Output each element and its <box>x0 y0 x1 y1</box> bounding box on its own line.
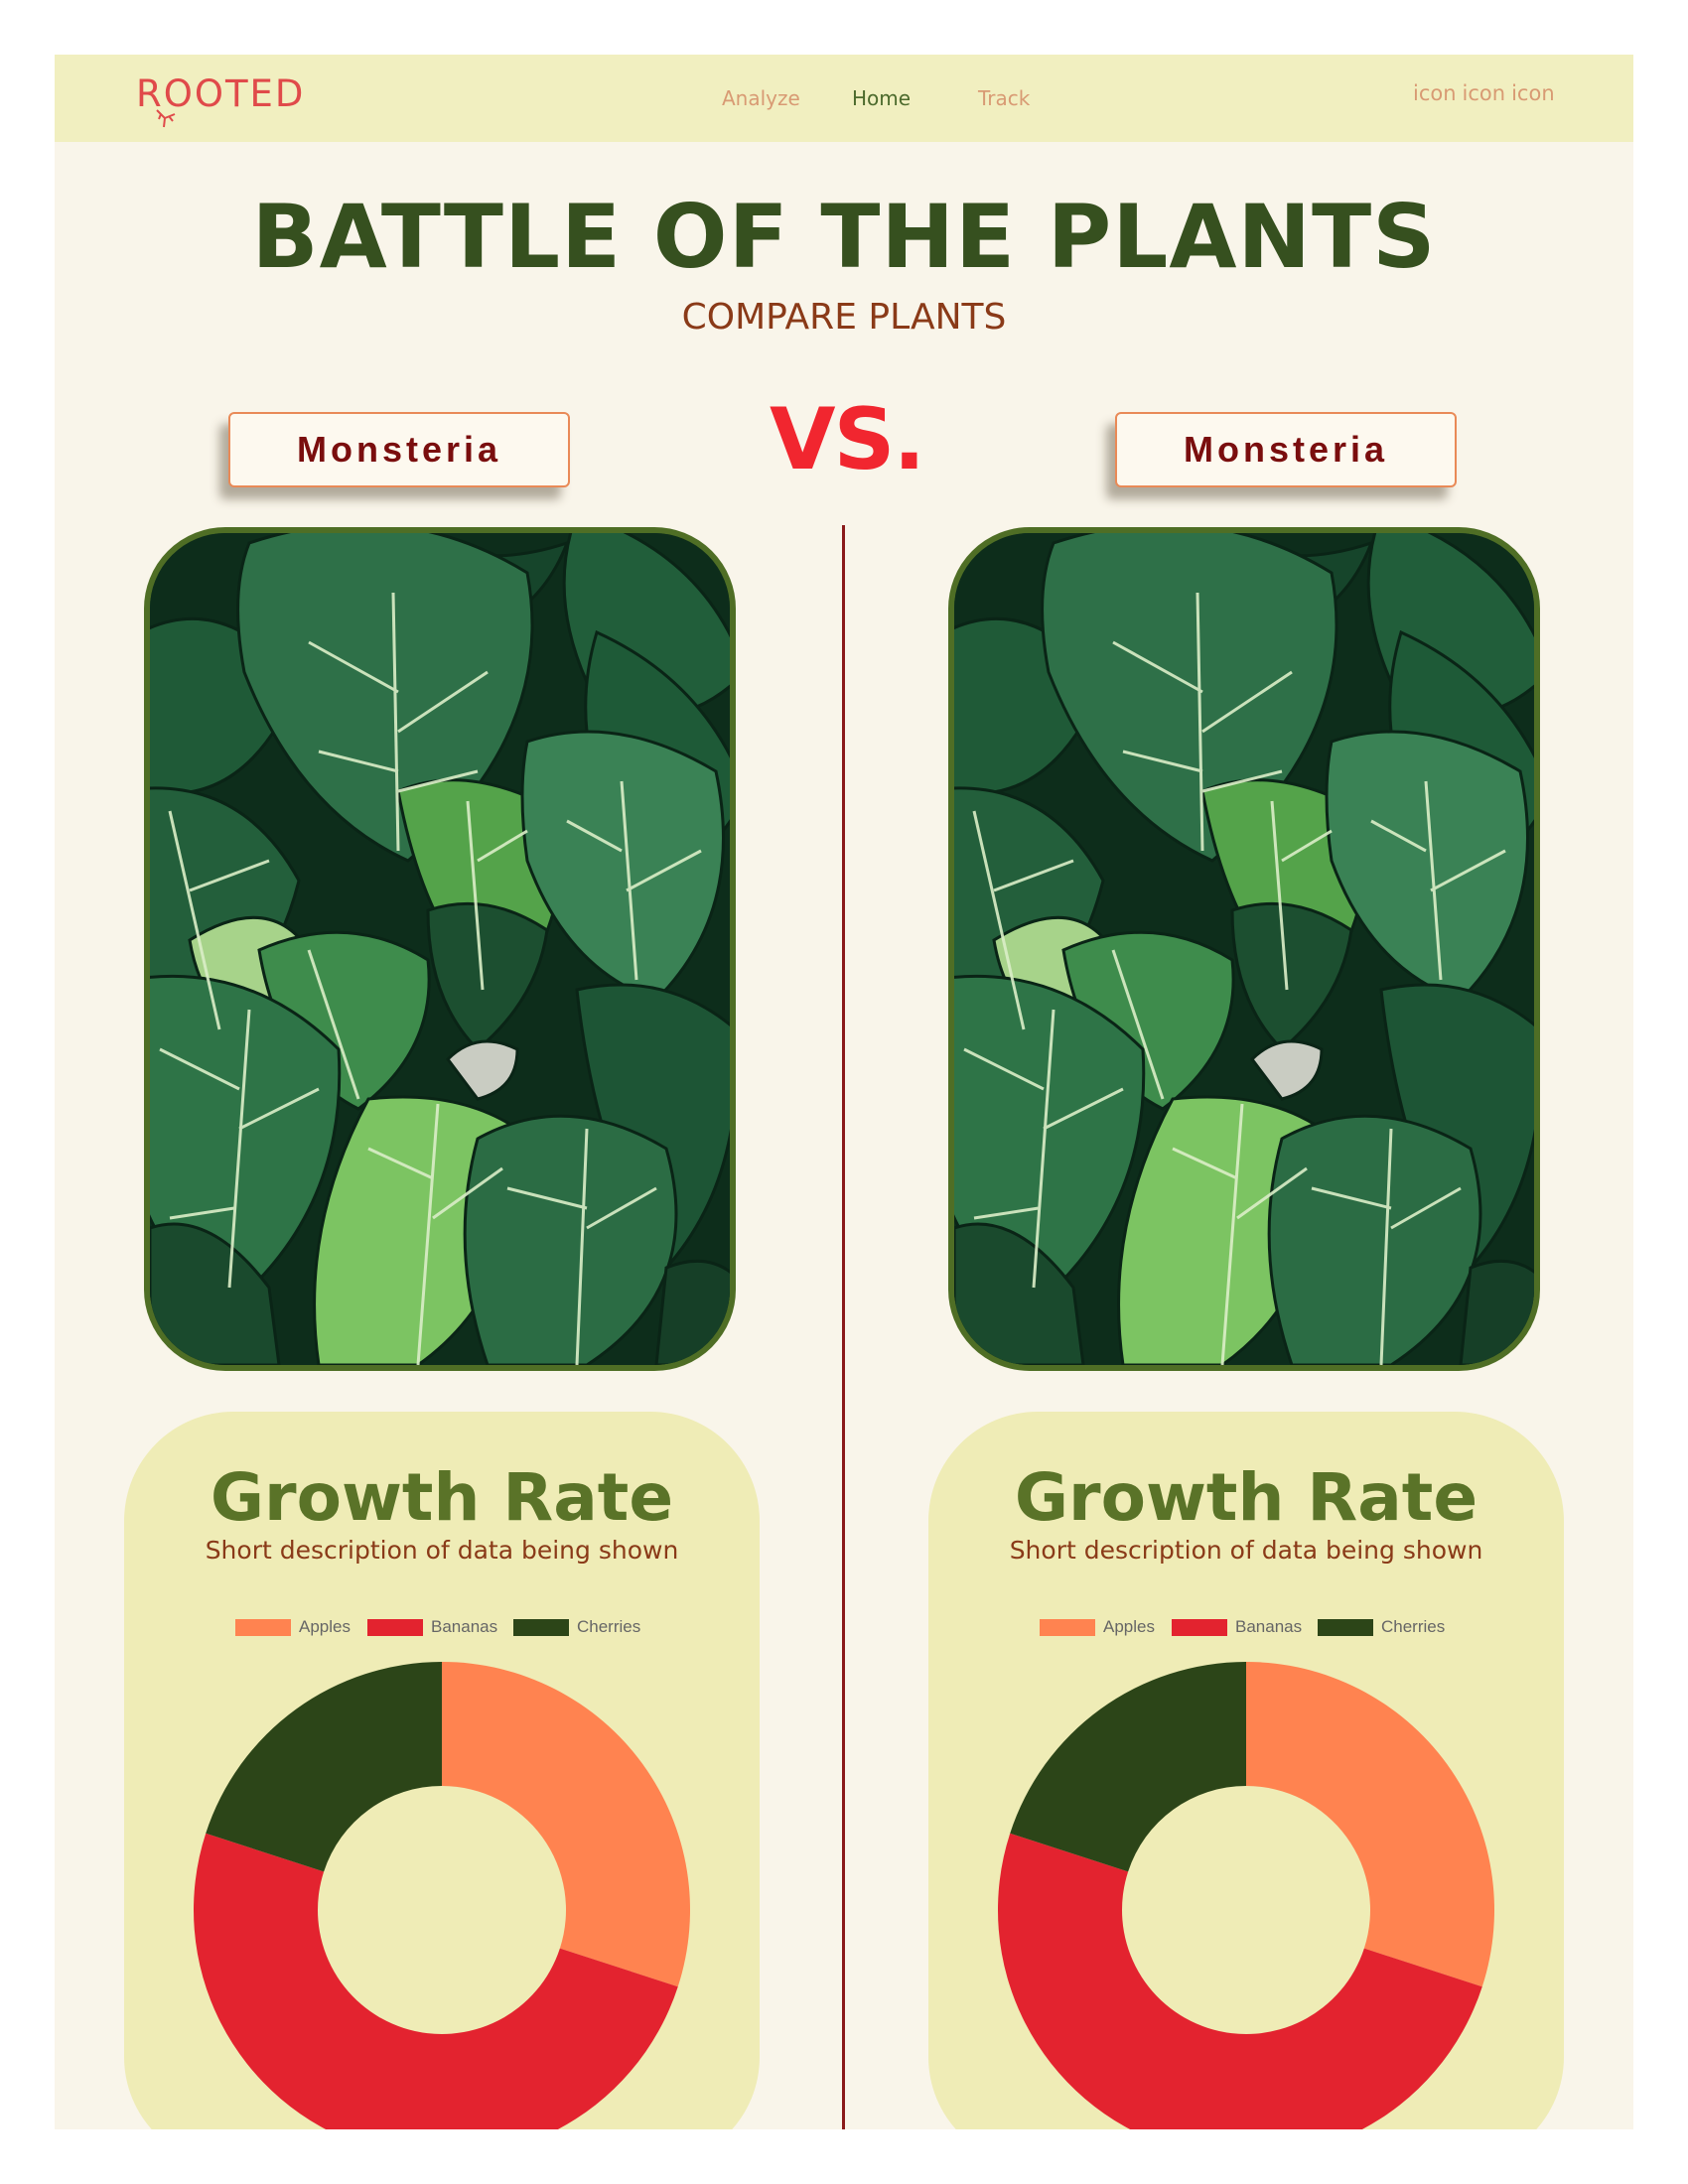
sprig-icon <box>156 109 176 128</box>
donut-slice-apples[interactable] <box>1246 1662 1494 1987</box>
page-subtitle: COMPARE PLANTS <box>681 297 1007 338</box>
vs-label: VS. <box>770 390 925 489</box>
page-title: BATTLE OF THE PLANTS <box>251 186 1437 288</box>
page-frame: ROOTED Analyze Home Track icon icon icon B… <box>55 55 1633 2129</box>
plant-right-name-button[interactable]: Monsteria <box>1115 412 1457 487</box>
growth-rate-card-left: Growth Rate Short description of data be… <box>124 1412 760 2129</box>
vertical-divider <box>842 525 845 2129</box>
nav-analyze-link[interactable]: Analyze <box>722 86 800 110</box>
growth-rate-card-right: Growth Rate Short description of data be… <box>928 1412 1564 2129</box>
donut-chart <box>998 1662 1494 2129</box>
nav-home-link[interactable]: Home <box>852 86 911 110</box>
plant-right-photo <box>948 527 1540 1371</box>
nav-icon-2[interactable]: icon <box>1463 81 1506 105</box>
nav-icon-1[interactable]: icon <box>1413 81 1457 105</box>
donut-slice-cherries[interactable] <box>1010 1662 1246 1872</box>
nav-icon-group: icon icon icon <box>1413 81 1561 105</box>
nav-icon-3[interactable]: icon <box>1511 81 1555 105</box>
plant-left-photo <box>144 527 736 1371</box>
top-navbar: ROOTED Analyze Home Track icon icon icon <box>55 55 1633 142</box>
donut-slice-cherries[interactable] <box>206 1662 442 1872</box>
nav-track-link[interactable]: Track <box>978 86 1030 110</box>
monstera-leaves-icon <box>954 533 1534 1365</box>
donut-slice-apples[interactable] <box>442 1662 690 1987</box>
plant-left-name-button[interactable]: Monsteria <box>228 412 570 487</box>
donut-chart <box>194 1662 690 2129</box>
monstera-leaves-icon <box>150 533 730 1365</box>
